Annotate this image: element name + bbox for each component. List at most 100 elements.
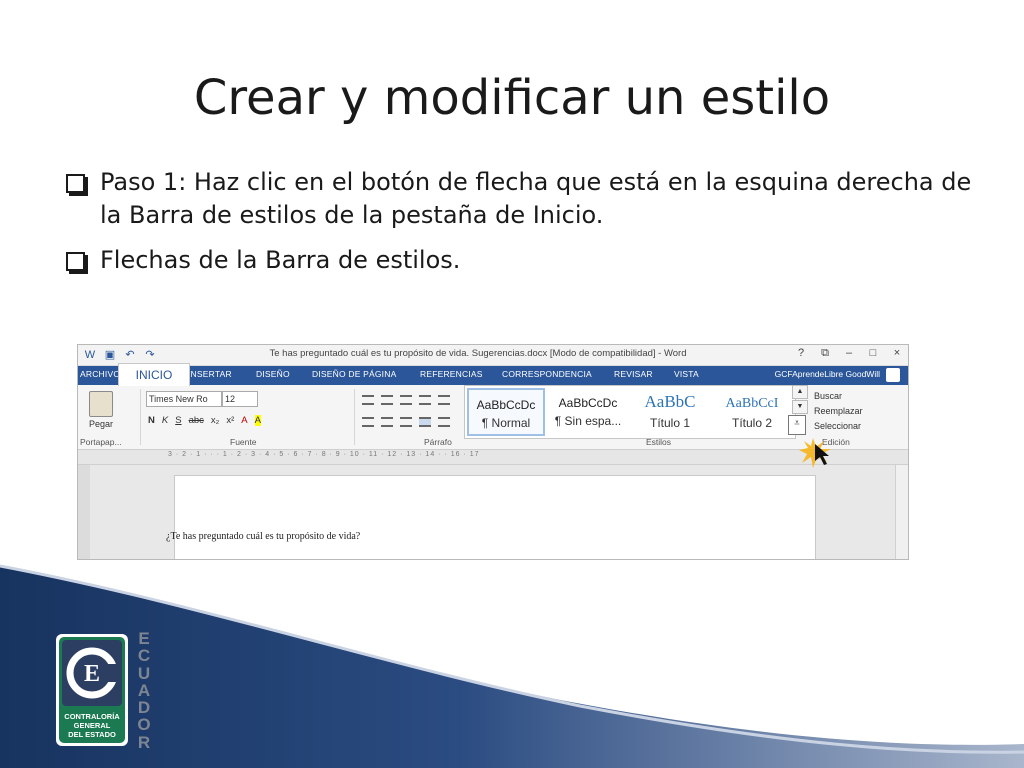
close-button[interactable]: × <box>890 347 904 360</box>
increase-indent-button[interactable] <box>438 395 450 405</box>
tab-referencias[interactable]: REFERENCIAS <box>420 369 483 379</box>
find-button[interactable]: Buscar <box>814 389 863 404</box>
letter: E <box>138 629 150 648</box>
tab-diseno-de-pagina[interactable]: DISEÑO DE PÁGINA <box>312 369 396 379</box>
group-label-clipboard: Portapap... <box>80 437 122 447</box>
styles-scroll-up-button[interactable]: ▲ <box>792 385 808 399</box>
window-controls: ? ⧉ – □ × <box>794 347 904 360</box>
style-name: Título 2 <box>731 416 773 430</box>
save-icon[interactable]: ▣ <box>102 347 118 363</box>
user-avatar[interactable] <box>886 368 900 382</box>
title-bar: W ▣ ↶ ↷ Te has preguntado cuál es tu pro… <box>78 345 908 366</box>
paste-label: Pegar <box>88 419 114 429</box>
align-right-button[interactable] <box>400 417 412 427</box>
line-spacing-button[interactable] <box>438 417 450 427</box>
list-buttons-row <box>362 395 450 405</box>
align-left-button[interactable] <box>362 417 374 427</box>
decrease-indent-button[interactable] <box>419 395 431 405</box>
ribbon-display-button[interactable]: ⧉ <box>818 347 832 360</box>
paste-button[interactable]: Pegar <box>84 391 118 429</box>
font-size-dropdown[interactable]: 12 <box>222 391 258 407</box>
styles-gallery: AaBbCcDc ¶ Normal AaBbCcDc ¶ Sin espa...… <box>464 385 796 439</box>
style-sample: AaBbCcDc <box>558 396 618 410</box>
document-page[interactable] <box>174 475 816 559</box>
font-color-button[interactable]: A <box>241 415 247 426</box>
bold-button[interactable]: N <box>148 415 155 426</box>
group-label-styles: Estilos <box>646 437 672 447</box>
letter: O <box>137 715 151 735</box>
group-separator <box>354 389 355 445</box>
styles-more-button[interactable]: ⩡ <box>788 415 806 435</box>
quick-access-toolbar: W ▣ ↶ ↷ <box>82 347 158 363</box>
font-name-dropdown[interactable]: Times New Ro <box>146 391 222 407</box>
letter: R <box>137 732 151 752</box>
word-app-icon: W <box>84 349 96 361</box>
bullet-item: Paso 1: Haz clic en el botón de flecha q… <box>64 166 984 232</box>
editing-group: Buscar Reemplazar Seleccionar <box>814 389 863 434</box>
highlight-button[interactable]: A <box>254 415 261 426</box>
style-name: ¶ Sin espa... <box>554 414 622 428</box>
horizontal-ruler[interactable]: 3 · 2 · 1 · · · 1 · 2 · 3 · 4 · 5 · 6 · … <box>78 450 908 465</box>
tab-archivo[interactable]: ARCHIVO <box>80 369 120 379</box>
select-button[interactable]: Seleccionar <box>814 419 863 434</box>
minimize-button[interactable]: – <box>842 347 856 360</box>
tab-inicio[interactable]: INICIO <box>118 363 190 386</box>
logo-line: GENERAL <box>73 721 111 730</box>
align-buttons-row <box>362 417 450 427</box>
style-normal[interactable]: AaBbCcDc ¶ Normal <box>467 388 545 436</box>
font-format-row: N K S abc x₂ x² A A <box>148 415 261 426</box>
superscript-button[interactable]: x² <box>226 415 234 426</box>
bullet-text: Paso 1: Haz clic en el botón de flecha q… <box>100 168 972 229</box>
slide-title: Crear y modificar un estilo <box>193 70 831 126</box>
italic-button[interactable]: K <box>162 415 168 426</box>
ecuador-vertical-text: E C U A D O R <box>136 630 152 751</box>
tab-revisar[interactable]: REVISAR <box>614 369 653 379</box>
styles-scroll-down-button[interactable]: ▼ <box>792 400 808 414</box>
checkbox-bullet-icon <box>66 252 85 271</box>
redo-icon[interactable]: ↷ <box>142 347 158 363</box>
undo-icon[interactable]: ↶ <box>122 347 138 363</box>
ribbon-tabs: ARCHIVO INSERTAR DISEÑO DISEÑO DE PÁGINA… <box>78 366 908 385</box>
replace-button[interactable]: Reemplazar <box>814 404 863 419</box>
subscript-button[interactable]: x₂ <box>211 415 219 426</box>
document-text: ¿Te has preguntado cuál es tu propósito … <box>166 531 361 542</box>
tab-correspondencia[interactable]: CORRESPONDENCIA <box>502 369 592 379</box>
user-name[interactable]: GCFAprendeLibre GoodWill <box>775 369 880 379</box>
style-sample: AaBbCcI <box>725 396 779 411</box>
justify-button[interactable] <box>419 417 431 427</box>
letter: C <box>137 646 151 666</box>
style-name: ¶ Normal <box>481 416 531 430</box>
style-titulo-2[interactable]: AaBbCcI Título 2 <box>713 388 791 436</box>
logo-line: CONTRALORÍA <box>64 712 120 721</box>
vertical-scrollbar[interactable] <box>895 465 908 559</box>
vertical-ruler[interactable] <box>78 465 90 559</box>
ribbon: Pegar Portapap... Times New Ro 12 N K S … <box>78 385 908 450</box>
underline-button[interactable]: S <box>175 415 181 426</box>
group-separator <box>140 389 141 445</box>
style-sin-espaciado[interactable]: AaBbCcDc ¶ Sin espa... <box>549 388 627 436</box>
styles-scroll: ▲ ▼ <box>792 385 808 415</box>
letter: A <box>137 680 151 700</box>
click-highlight-icon <box>799 438 831 468</box>
align-center-button[interactable] <box>381 417 393 427</box>
letter: U <box>137 663 151 683</box>
bullet-list: Paso 1: Haz clic en el botón de flecha q… <box>64 166 984 289</box>
help-button[interactable]: ? <box>794 347 808 360</box>
svg-text:E: E <box>84 661 100 687</box>
strikethrough-button[interactable]: abc <box>189 415 204 426</box>
multilevel-list-button[interactable] <box>400 395 412 405</box>
style-titulo-1[interactable]: AaBbC Título 1 <box>631 388 709 436</box>
maximize-button[interactable]: □ <box>866 347 880 360</box>
bullet-item: Flechas de la Barra de estilos. <box>64 244 984 277</box>
logo-text: CONTRALORÍA GENERAL DEL ESTADO <box>56 712 128 739</box>
tab-diseno[interactable]: DISEÑO <box>256 369 290 379</box>
group-label-paragraph: Párrafo <box>424 437 452 447</box>
bullets-button[interactable] <box>362 395 374 405</box>
numbering-button[interactable] <box>381 395 393 405</box>
window-title: Te has preguntado cuál es tu propósito d… <box>269 348 687 359</box>
tab-vista[interactable]: VISTA <box>674 369 699 379</box>
clipboard-icon <box>89 391 113 417</box>
bullet-text: Flechas de la Barra de estilos. <box>100 246 461 274</box>
style-name: Título 1 <box>649 416 691 430</box>
tab-insertar[interactable]: INSERTAR <box>188 369 232 379</box>
